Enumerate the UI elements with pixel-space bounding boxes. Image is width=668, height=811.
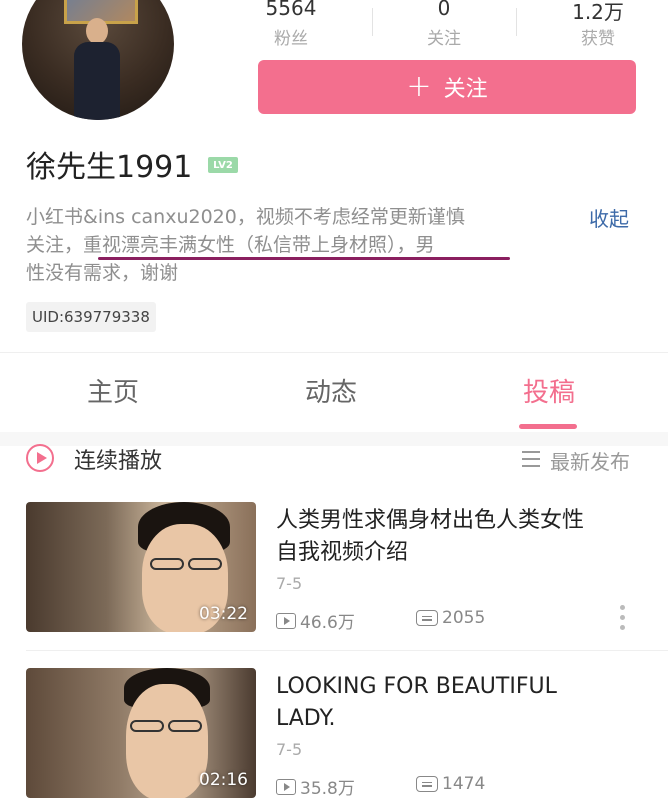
follow-button-label: 关注 (443, 77, 488, 102)
video-thumbnail[interactable]: 03:22 (26, 502, 256, 632)
video-title-line: 人类男性求偶身材出色人类女性 (276, 508, 585, 533)
bio-line: 关注，重视漂亮丰满女性（私信带上身材照），男 (26, 234, 435, 256)
comment-count-icon (416, 610, 438, 626)
video-views: 35.8万 (276, 774, 355, 799)
video-views-value: 46.6万 (300, 613, 355, 633)
video-duration: 02:16 (199, 770, 248, 790)
stat-divider (372, 8, 373, 36)
autoplay-label[interactable]: 连续播放 (74, 443, 162, 475)
collapse-link[interactable]: 收起 (589, 203, 629, 232)
username: 徐先生1991 (26, 150, 193, 185)
section-divider (0, 352, 668, 353)
video-comments: 1474 (416, 774, 485, 794)
video-thumbnail[interactable]: 02:16 (26, 668, 256, 798)
stat-divider (516, 8, 517, 36)
following-count[interactable]: 0 (389, 0, 499, 20)
video-date: 7-5 (276, 740, 303, 759)
video-comments: 2055 (416, 608, 485, 628)
likes-label: 获赞 (581, 29, 615, 49)
level-badge: LV2 (208, 157, 238, 173)
video-title-line: 自我视频介绍 (276, 540, 409, 565)
likes-count[interactable]: 1.2万 (543, 0, 653, 25)
following-label: 关注 (427, 29, 461, 49)
video-comments-value: 1474 (442, 774, 486, 794)
sort-icon[interactable] (522, 451, 540, 472)
tab-posts[interactable]: 投稿 (494, 372, 604, 409)
list-divider (26, 650, 668, 651)
fans-label: 粉丝 (274, 29, 308, 49)
uid-tag[interactable]: UID:639779338 (26, 302, 156, 332)
bio: 小红书&ins canxu2020，视频不考虑经常更新谨慎 关注，重视漂亮丰满女… (26, 203, 556, 287)
bio-line: 小红书&ins canxu2020，视频不考虑经常更新谨慎 (26, 206, 465, 228)
video-views-value: 35.8万 (300, 779, 355, 799)
video-title[interactable]: LOOKING FOR BEAUTIFUL LADY. (276, 671, 646, 735)
fans-count[interactable]: 5564 (236, 0, 346, 20)
video-views: 46.6万 (276, 608, 355, 633)
video-title[interactable]: 人类男性求偶身材出色人类女性 自我视频介绍 (276, 505, 646, 569)
sort-label[interactable]: 最新发布 (550, 446, 630, 475)
tab-activity[interactable]: 动态 (276, 372, 386, 409)
tab-home[interactable]: 主页 (58, 372, 168, 409)
video-duration: 03:22 (199, 604, 248, 624)
more-options-icon[interactable] (620, 605, 628, 635)
active-tab-indicator (519, 424, 577, 429)
play-count-icon (276, 612, 296, 629)
autoplay-icon[interactable] (26, 444, 54, 472)
play-count-icon (276, 778, 296, 795)
follow-button[interactable]: + 关注 (258, 60, 636, 114)
video-date: 7-5 (276, 574, 303, 593)
avatar[interactable] (22, 0, 174, 120)
video-title-line: LOOKING FOR BEAUTIFUL (276, 674, 557, 699)
plus-icon: + (406, 69, 432, 104)
avatar-person-head (86, 18, 108, 44)
bio-highlight-underline (98, 257, 510, 260)
video-title-line: LADY. (276, 706, 336, 731)
comment-count-icon (416, 776, 438, 792)
video-comments-value: 2055 (442, 608, 486, 628)
avatar-person-body (74, 42, 120, 120)
bio-line: 性没有需求，谢谢 (26, 262, 179, 284)
